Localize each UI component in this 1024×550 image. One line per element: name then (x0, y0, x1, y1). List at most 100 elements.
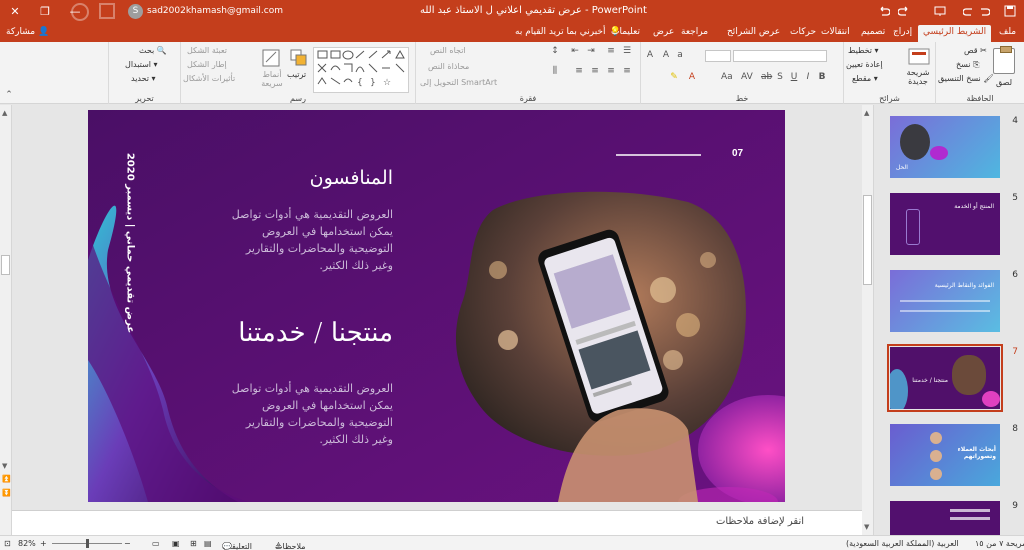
scroll-thumb[interactable] (1, 255, 10, 275)
tab-insert[interactable]: إدراج (888, 25, 917, 42)
text-direction-button[interactable]: اتجاه النص (430, 46, 466, 55)
reading-view-icon[interactable]: ▣ (172, 539, 180, 548)
thumbnail-slide-7[interactable]: منتجنا / خدمتنا (887, 344, 1003, 412)
next-slide-icon[interactable]: ⏬ (2, 489, 11, 497)
tab-home[interactable]: الشريط الرئيسي (918, 25, 992, 42)
undo-icon[interactable] (978, 5, 990, 17)
shape-effects-button[interactable]: تأثيرات الأشكال (183, 74, 235, 83)
paste-icon[interactable] (993, 46, 1015, 74)
outdent-icon[interactable]: ⇤ (570, 46, 580, 56)
clear-format-icon[interactable]: A (645, 50, 655, 60)
thumbnail-slide-8[interactable]: أبحاث العملاء وتصوراتهم (890, 424, 1000, 486)
font-name-field[interactable] (733, 50, 827, 62)
arrange-button[interactable]: ترتيب (287, 70, 306, 79)
collapse-ribbon-icon[interactable]: ⌃ (4, 90, 14, 100)
quick-styles-icon[interactable] (261, 48, 281, 68)
align-left-icon[interactable]: ≡ (590, 66, 600, 76)
body-competitors[interactable]: العروض التقديمية هي أدوات تواصل يمكن است… (228, 206, 393, 274)
prev-slide-icon[interactable]: ⏫ (2, 475, 11, 483)
strike-icon[interactable]: ab (761, 72, 772, 82)
scroll-down-icon[interactable]: ▼ (2, 462, 7, 470)
current-slide[interactable]: 07 عرض تقديمي حماني | ديسمبر 2020 المناف… (88, 110, 785, 502)
undo-icon[interactable] (878, 5, 890, 17)
normal-view-icon[interactable]: ▤ (204, 539, 212, 548)
account[interactable]: S sad2002khamash@gmail.com (128, 2, 283, 20)
zoom-out-icon[interactable]: − (124, 539, 131, 548)
heading-competitors[interactable]: المنافسون (228, 167, 393, 189)
tab-design[interactable]: تصميم (856, 25, 890, 42)
decrease-font-icon[interactable]: a (675, 50, 685, 60)
scroll-thumb[interactable] (863, 195, 872, 285)
align-right-icon[interactable]: ≡ (622, 66, 632, 76)
sorter-view-icon[interactable]: ⊞ (190, 539, 197, 548)
select-button[interactable]: تحديد ▾ (131, 74, 156, 83)
spacing-icon[interactable]: AV (741, 72, 753, 82)
bullets-icon[interactable]: ☰ (622, 46, 632, 56)
tab-slideshow[interactable]: عرض الشرائح (722, 25, 785, 42)
columns-icon[interactable]: ⫼ (550, 66, 560, 76)
scroll-down-icon[interactable]: ▼ (864, 523, 869, 531)
slideshow-view-icon[interactable]: ▭ (152, 539, 160, 548)
save-icon[interactable] (1004, 5, 1016, 17)
bold-icon[interactable]: B (817, 72, 827, 82)
presentation-icon[interactable] (934, 5, 946, 17)
fit-slide-icon[interactable]: ⊡ (4, 539, 11, 548)
close-icon[interactable]: ✕ (0, 0, 30, 23)
tab-transitions[interactable]: انتقالات (816, 25, 855, 42)
scroll-up-icon[interactable]: ▲ (2, 109, 7, 117)
thumbnail-slide-5[interactable]: المنتج أو الخدمة (890, 193, 1000, 255)
format-painter-button[interactable]: نسخ التنسيق 🖌 (938, 74, 993, 83)
quick-styles-button[interactable]: أنماط سريعة (259, 70, 285, 88)
shadow-icon[interactable]: S (775, 72, 785, 82)
highlight-icon[interactable]: ✎ (669, 72, 679, 82)
tab-review[interactable]: مراجعة (676, 25, 713, 42)
scroll-up-icon[interactable]: ▲ (864, 109, 869, 117)
heading-product[interactable]: منتجنا / خدمتنا (198, 318, 393, 348)
find-button[interactable]: بحث 🔍 (139, 46, 167, 55)
thumbnail-slide-9[interactable] (890, 501, 1000, 535)
shape-outline-button[interactable]: إطار الشكل (187, 60, 227, 69)
tab-view[interactable]: عرض (648, 25, 679, 42)
italic-icon[interactable]: I (803, 72, 813, 82)
editor-scrollbar[interactable]: ▲ ▼ ⏫ ⏬ (0, 105, 12, 535)
paste-button[interactable]: لصق (996, 78, 1012, 87)
zoom-level[interactable]: 82% (18, 539, 36, 548)
notes-pane[interactable]: انقر لإضافة ملاحظات (12, 510, 862, 535)
arrange-icon[interactable] (289, 48, 309, 68)
share-button[interactable]: مشاركة 👤 (6, 27, 49, 37)
underline-icon[interactable]: U (789, 72, 799, 82)
cut-button[interactable]: قص ✂ (964, 46, 987, 55)
shapes-gallery[interactable]: { } ☆ (313, 47, 409, 93)
increase-font-icon[interactable]: A (661, 50, 671, 60)
language-status[interactable]: العربية (المملكة العربية السعودية) (846, 539, 959, 548)
thumbnail-slide-4[interactable]: الحل (890, 116, 1000, 178)
tab-help[interactable]: تعليمات (606, 25, 645, 42)
new-slide-icon[interactable] (908, 48, 930, 66)
indent-icon[interactable]: ⇥ (586, 46, 596, 56)
vertical-caption[interactable]: عرض تقديمي حماني | ديسمبر 2020 (115, 148, 145, 338)
numbering-icon[interactable]: ≡ (606, 46, 616, 56)
case-icon[interactable]: Aa (721, 72, 733, 82)
slide-number[interactable]: 07 (732, 148, 743, 159)
redo-icon[interactable] (963, 5, 975, 17)
thumbnail-slide-6[interactable]: الفوائد والنقاط الرئيسية (890, 270, 1000, 332)
align-center-icon[interactable]: ≡ (606, 66, 616, 76)
font-color-icon[interactable]: A (687, 72, 697, 82)
tell-me-box[interactable]: أخبرني بما تريد القيام به 💡 (515, 27, 621, 37)
reset-button[interactable]: إعادة تعيين (846, 60, 883, 69)
section-button[interactable]: مقطع ▾ (852, 74, 878, 83)
zoom-in-icon[interactable]: + (40, 539, 47, 548)
restore-icon[interactable]: ❐ (30, 0, 60, 23)
font-size-field[interactable] (705, 50, 731, 62)
thumbnails-scrollbar[interactable]: ▲ ▼ (862, 105, 874, 535)
smartart-button[interactable]: التحويل إلى SmartArt (420, 78, 497, 87)
redo-icon[interactable] (898, 5, 910, 17)
justify-icon[interactable]: ≡ (574, 66, 584, 76)
shape-fill-button[interactable]: تعبئة الشكل (187, 46, 227, 55)
layout-button[interactable]: تخطيط ▾ (848, 46, 879, 55)
new-slide-button[interactable]: شريحة جديدة (902, 68, 934, 86)
align-text-button[interactable]: محاذاة النص (428, 62, 469, 71)
tab-file[interactable]: ملف (994, 25, 1021, 42)
zoom-slider-thumb[interactable] (86, 539, 89, 548)
replace-button[interactable]: استبدال ▾ (125, 60, 158, 69)
